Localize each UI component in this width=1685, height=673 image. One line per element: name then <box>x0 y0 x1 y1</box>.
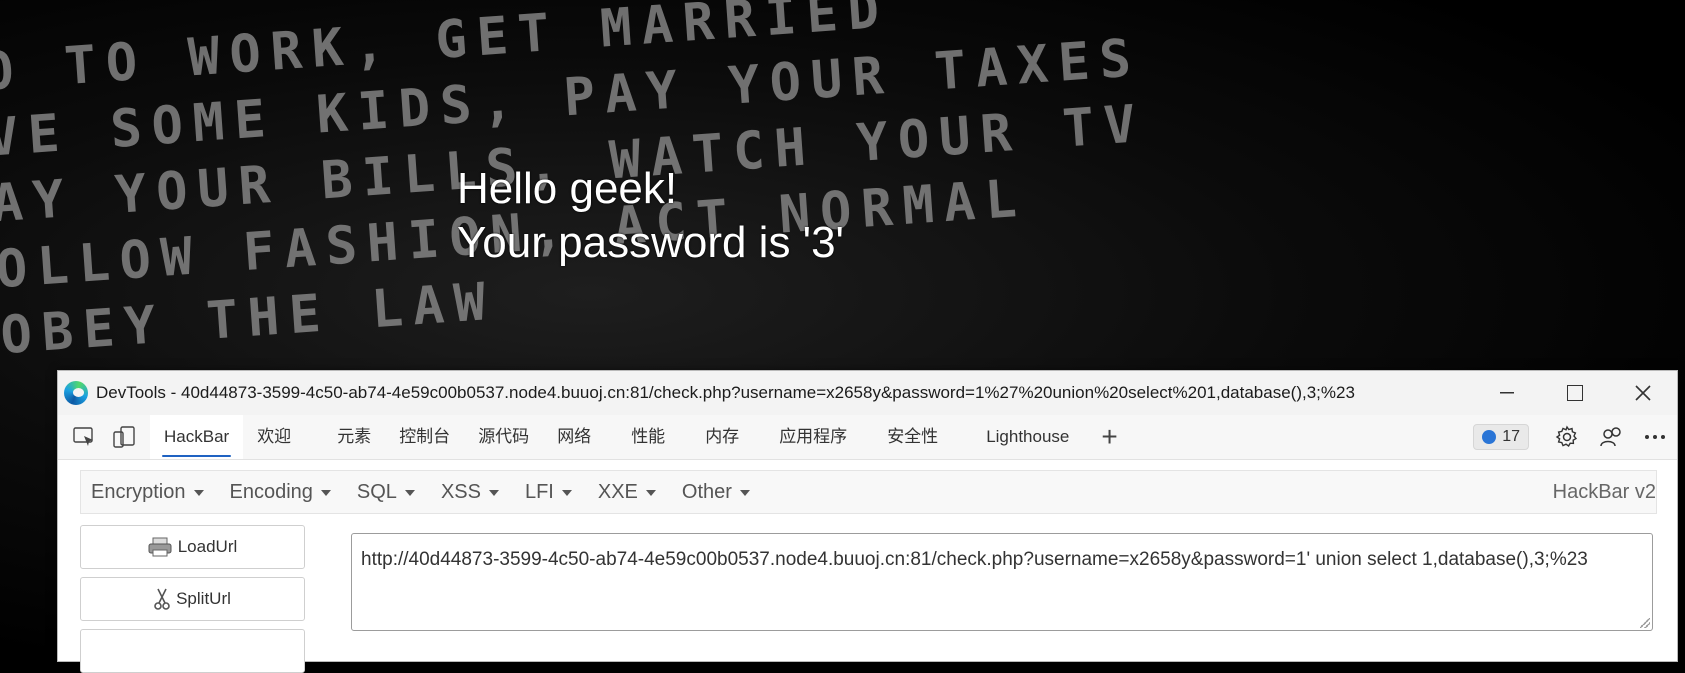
resize-grip-icon[interactable] <box>1640 618 1650 628</box>
tab-application[interactable]: 应用程序 <box>765 415 861 459</box>
device-emulation-button[interactable] <box>104 415 144 459</box>
tab-security[interactable]: 安全性 <box>873 415 952 459</box>
gear-icon <box>1555 425 1578 448</box>
hackbar-panel: Encryption Encoding SQL XSS LFI XXE Othe… <box>58 460 1677 673</box>
menu-xss[interactable]: XSS <box>431 481 509 504</box>
menu-label: SQL <box>356 480 397 503</box>
password-line: Your password is '3' <box>457 218 844 267</box>
window-title: DevTools - 40d44873-3599-4c50-ab74-4e59c… <box>96 383 1355 402</box>
load-url-label: LoadUrl <box>177 537 238 556</box>
caret-down-icon <box>404 490 415 496</box>
tab-lighthouse[interactable]: Lighthouse <box>972 415 1083 459</box>
caret-down-icon <box>193 490 204 496</box>
issues-count: 17 <box>1502 428 1520 445</box>
customize-button[interactable] <box>1589 415 1633 459</box>
devtools-titlebar[interactable]: DevTools - 40d44873-3599-4c50-ab74-4e59c… <box>58 371 1677 415</box>
menu-encoding[interactable]: Encoding <box>220 481 341 504</box>
issues-badge[interactable]: 17 <box>1473 424 1529 450</box>
menu-other[interactable]: Other <box>672 481 760 504</box>
close-icon <box>1635 385 1651 401</box>
close-button[interactable] <box>1609 371 1677 415</box>
profile-connect-icon <box>1600 427 1621 447</box>
tab-elements[interactable]: 元素 <box>323 415 385 459</box>
settings-button[interactable] <box>1545 415 1589 459</box>
tab-network[interactable]: 网络 <box>543 415 605 459</box>
greeting-line: Hello geek! <box>457 164 678 213</box>
hackbar-menubar: Encryption Encoding SQL XSS LFI XXE Othe… <box>80 470 1657 514</box>
menu-encryption[interactable]: Encryption <box>81 481 214 504</box>
tab-welcome[interactable]: 欢迎 <box>243 415 305 459</box>
devtools-tabbar: HackBar 欢迎 元素 控制台 源代码 网络 性能 内存 应用程序 安全性 … <box>58 415 1677 460</box>
ellipsis-icon <box>1645 435 1665 439</box>
split-url-button[interactable]: SplitUrl <box>80 577 305 621</box>
load-url-button[interactable]: LoadUrl <box>80 525 305 569</box>
tab-hackbar[interactable]: HackBar <box>150 415 244 459</box>
maximize-button[interactable] <box>1541 371 1609 415</box>
caret-down-icon <box>320 490 331 496</box>
caret-down-icon <box>645 490 656 496</box>
message-bubble-icon <box>1482 430 1497 444</box>
menu-label: XSS <box>440 480 481 503</box>
maximize-icon <box>1567 385 1583 401</box>
menu-xxe[interactable]: XXE <box>588 481 666 504</box>
caret-down-icon <box>561 490 572 496</box>
minimize-button[interactable] <box>1473 371 1541 415</box>
caret-down-icon <box>739 490 750 496</box>
menu-label: Encryption <box>91 480 186 503</box>
menu-label: Encoding <box>229 480 313 503</box>
tab-performance[interactable]: 性能 <box>617 415 679 459</box>
tab-memory[interactable]: 内存 <box>691 415 753 459</box>
menu-label: XXE <box>597 480 638 503</box>
device-toolbar-icon <box>113 426 135 448</box>
hackbar-version: HackBar v2 <box>1552 480 1656 503</box>
menu-label: LFI <box>524 480 554 503</box>
scissors-icon <box>154 588 170 610</box>
url-text: http://40d44873-3599-4c50-ab74-4e59c00b0… <box>361 549 1588 570</box>
tab-sources[interactable]: 源代码 <box>464 415 543 459</box>
devtools-right-toolbar: 17 <box>1473 415 1677 459</box>
add-tab-plus-icon[interactable]: + <box>1101 415 1117 459</box>
caret-down-icon <box>488 490 499 496</box>
execute-button[interactable] <box>80 629 305 673</box>
edge-logo-icon <box>64 381 88 405</box>
url-textarea[interactable]: http://40d44873-3599-4c50-ab74-4e59c00b0… <box>351 533 1653 631</box>
printer-icon <box>148 537 172 557</box>
more-options-button[interactable] <box>1633 415 1677 459</box>
split-url-label: SplitUrl <box>176 589 231 608</box>
tab-console[interactable]: 控制台 <box>385 415 464 459</box>
menu-lfi[interactable]: LFI <box>515 481 582 504</box>
devtools-window: DevTools - 40d44873-3599-4c50-ab74-4e59c… <box>57 370 1678 673</box>
menu-sql[interactable]: SQL <box>347 481 425 504</box>
inspect-element-button[interactable] <box>64 415 104 459</box>
menu-label: Other <box>681 480 732 503</box>
inspect-icon <box>73 427 93 446</box>
page-message: Hello geek! Your password is '3' <box>457 162 844 270</box>
minimize-icon <box>1500 392 1514 394</box>
